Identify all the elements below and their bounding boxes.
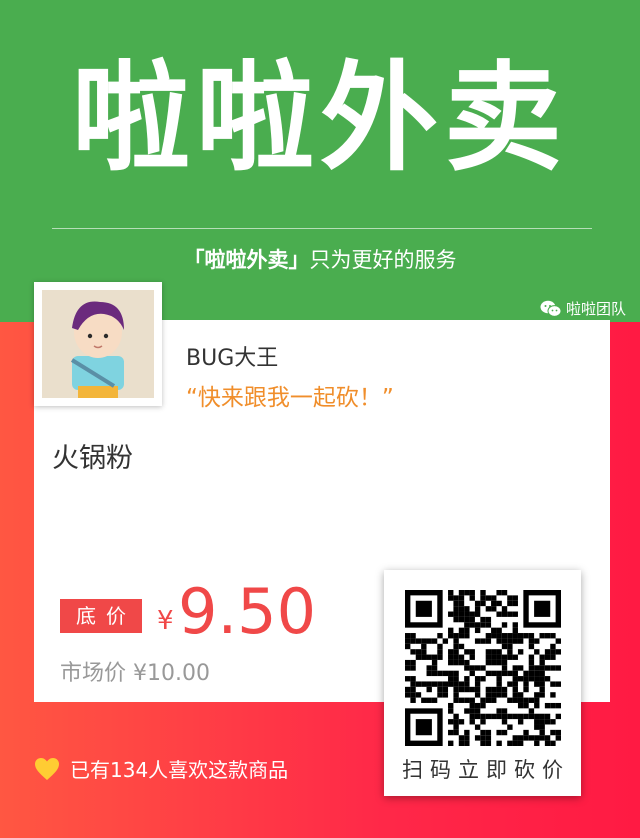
product-name: 火锅粉: [52, 443, 133, 474]
team-badge: 啦啦团队: [540, 298, 626, 319]
market-price: 市场价 ¥10.00: [60, 661, 210, 686]
floor-price: 9.50: [178, 575, 317, 648]
wechat-icon: [540, 300, 562, 317]
brand-title: 啦啦外卖: [71, 49, 568, 187]
team-name: 啦啦团队: [565, 300, 626, 318]
avatar: [42, 290, 154, 398]
invite-quote: “快来跟我一起砍！”: [186, 385, 394, 411]
username: BUG大王: [186, 346, 279, 371]
qr-label: 扫码立即砍价: [402, 758, 570, 782]
slogan-brand: 「啦啦外卖」: [183, 248, 310, 272]
qr-code[interactable]: [405, 590, 561, 746]
header-banner: 啦啦外卖 「啦啦外卖」只为更好的服务: [0, 0, 640, 322]
avatar-frame: [34, 282, 162, 406]
divider: [52, 228, 592, 229]
heart-icon: [35, 757, 59, 780]
slogan-text: 只为更好的服务: [309, 248, 457, 272]
qr-card[interactable]: 扫码立即砍价: [384, 570, 581, 796]
floor-price-tag: 底价: [60, 599, 142, 633]
avatar-illustration: [42, 290, 154, 398]
slogan: 「啦啦外卖」只为更好的服务: [0, 244, 640, 276]
likes-text: 已有134人喜欢这款商品: [70, 758, 289, 782]
currency-symbol: ¥: [157, 606, 174, 636]
likes-row: 已有134人喜欢这款商品: [34, 754, 288, 783]
